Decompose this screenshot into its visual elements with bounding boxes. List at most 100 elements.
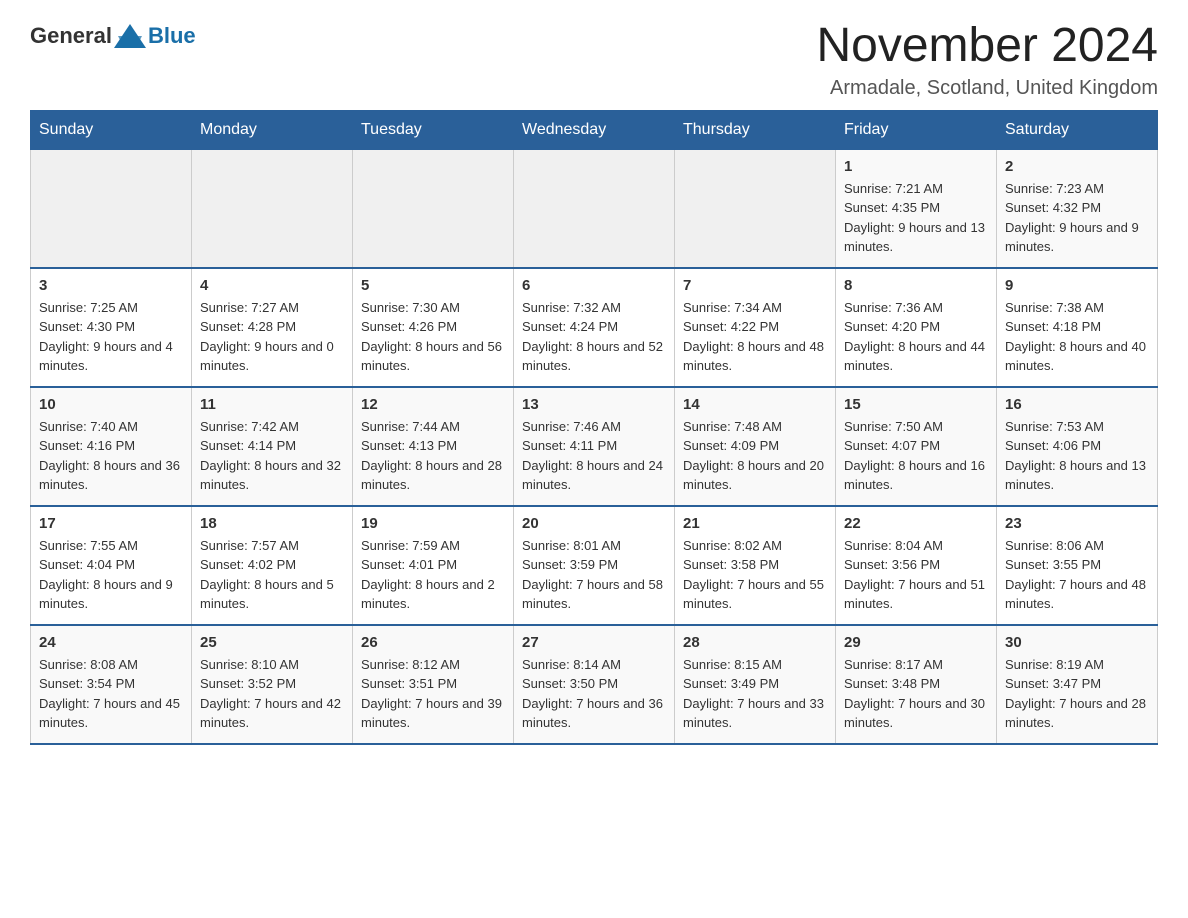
day-number: 12 xyxy=(361,396,505,413)
day-number: 15 xyxy=(844,396,988,413)
calendar-header: SundayMondayTuesdayWednesdayThursdayFrid… xyxy=(31,110,1158,149)
day-info: Sunrise: 7:32 AMSunset: 4:24 PMDaylight:… xyxy=(522,298,666,376)
calendar-cell: 10 Sunrise: 7:40 AMSunset: 4:16 PMDayligh… xyxy=(31,387,192,506)
calendar-cell: 24 Sunrise: 8:08 AMSunset: 3:54 PMDayligh… xyxy=(31,625,192,744)
calendar-cell: 15 Sunrise: 7:50 AMSunset: 4:07 PMDayligh… xyxy=(836,387,997,506)
day-info: Sunrise: 7:46 AMSunset: 4:11 PMDaylight:… xyxy=(522,417,666,495)
day-number: 28 xyxy=(683,634,827,651)
day-info: Sunrise: 7:53 AMSunset: 4:06 PMDaylight:… xyxy=(1005,417,1149,495)
day-info: Sunrise: 7:59 AMSunset: 4:01 PMDaylight:… xyxy=(361,536,505,614)
calendar-cell: 3 Sunrise: 7:25 AMSunset: 4:30 PMDaylight… xyxy=(31,268,192,387)
day-number: 4 xyxy=(200,277,344,294)
day-number: 16 xyxy=(1005,396,1149,413)
page-header: General Blue November 2024 Armadale, Sco… xyxy=(30,20,1158,100)
calendar-cell: 29Sunrise: 8:17 AMSunset: 3:48 PMDayligh… xyxy=(836,625,997,744)
day-info: Sunrise: 7:27 AMSunset: 4:28 PMDaylight:… xyxy=(200,298,344,376)
day-number: 14 xyxy=(683,396,827,413)
calendar-cell: 21 Sunrise: 8:02 AMSunset: 3:58 PMDayligh… xyxy=(675,506,836,625)
day-number: 3 xyxy=(39,277,183,294)
day-number: 24 xyxy=(39,634,183,651)
day-number: 11 xyxy=(200,396,344,413)
calendar-cell: 8 Sunrise: 7:36 AMSunset: 4:20 PMDaylight… xyxy=(836,268,997,387)
calendar-cell: 11 Sunrise: 7:42 AMSunset: 4:14 PMDayligh… xyxy=(192,387,353,506)
day-number: 23 xyxy=(1005,515,1149,532)
day-info: Sunrise: 7:34 AMSunset: 4:22 PMDaylight:… xyxy=(683,298,827,376)
day-info: Sunrise: 8:14 AMSunset: 3:50 PMDaylight:… xyxy=(522,655,666,733)
header-friday: Friday xyxy=(836,110,997,149)
day-number: 27 xyxy=(522,634,666,651)
day-info: Sunrise: 7:30 AMSunset: 4:26 PMDaylight:… xyxy=(361,298,505,376)
day-info: Sunrise: 7:50 AMSunset: 4:07 PMDaylight:… xyxy=(844,417,988,495)
day-info: Sunrise: 7:23 AMSunset: 4:32 PMDaylight:… xyxy=(1005,179,1149,257)
calendar-cell: 4 Sunrise: 7:27 AMSunset: 4:28 PMDaylight… xyxy=(192,268,353,387)
day-number: 10 xyxy=(39,396,183,413)
day-number: 19 xyxy=(361,515,505,532)
day-info: Sunrise: 8:01 AMSunset: 3:59 PMDaylight:… xyxy=(522,536,666,614)
calendar-body: 1 Sunrise: 7:21 AMSunset: 4:35 PMDaylight… xyxy=(31,149,1158,744)
calendar-cell: 19 Sunrise: 7:59 AMSunset: 4:01 PMDayligh… xyxy=(353,506,514,625)
day-number: 18 xyxy=(200,515,344,532)
calendar-cell: 30Sunrise: 8:19 AMSunset: 3:47 PMDayligh… xyxy=(997,625,1158,744)
location-text: Armadale, Scotland, United Kingdom xyxy=(816,77,1158,100)
logo-icon xyxy=(114,20,146,52)
day-number: 2 xyxy=(1005,158,1149,175)
day-number: 17 xyxy=(39,515,183,532)
day-number: 7 xyxy=(683,277,827,294)
calendar-cell: 2 Sunrise: 7:23 AMSunset: 4:32 PMDaylight… xyxy=(997,149,1158,268)
day-info: Sunrise: 8:15 AMSunset: 3:49 PMDaylight:… xyxy=(683,655,827,733)
day-info: Sunrise: 8:06 AMSunset: 3:55 PMDaylight:… xyxy=(1005,536,1149,614)
day-info: Sunrise: 7:48 AMSunset: 4:09 PMDaylight:… xyxy=(683,417,827,495)
day-number: 9 xyxy=(1005,277,1149,294)
day-info: Sunrise: 8:10 AMSunset: 3:52 PMDaylight:… xyxy=(200,655,344,733)
calendar-cell: 14 Sunrise: 7:48 AMSunset: 4:09 PMDayligh… xyxy=(675,387,836,506)
day-info: Sunrise: 7:36 AMSunset: 4:20 PMDaylight:… xyxy=(844,298,988,376)
day-number: 22 xyxy=(844,515,988,532)
day-info: Sunrise: 7:40 AMSunset: 4:16 PMDaylight:… xyxy=(39,417,183,495)
calendar-cell xyxy=(192,149,353,268)
day-info: Sunrise: 8:08 AMSunset: 3:54 PMDaylight:… xyxy=(39,655,183,733)
header-monday: Monday xyxy=(192,110,353,149)
calendar-cell: 25 Sunrise: 8:10 AMSunset: 3:52 PMDayligh… xyxy=(192,625,353,744)
week-row-3: 10 Sunrise: 7:40 AMSunset: 4:16 PMDayligh… xyxy=(31,387,1158,506)
header-saturday: Saturday xyxy=(997,110,1158,149)
day-number: 5 xyxy=(361,277,505,294)
calendar-cell: 20Sunrise: 8:01 AMSunset: 3:59 PMDayligh… xyxy=(514,506,675,625)
calendar-cell: 27 Sunrise: 8:14 AMSunset: 3:50 PMDayligh… xyxy=(514,625,675,744)
calendar-cell: 18Sunrise: 7:57 AMSunset: 4:02 PMDayligh… xyxy=(192,506,353,625)
logo-general-text: General xyxy=(30,23,112,49)
calendar-cell: 12Sunrise: 7:44 AMSunset: 4:13 PMDayligh… xyxy=(353,387,514,506)
day-number: 8 xyxy=(844,277,988,294)
header-tuesday: Tuesday xyxy=(353,110,514,149)
calendar-cell xyxy=(514,149,675,268)
day-info: Sunrise: 7:25 AMSunset: 4:30 PMDaylight:… xyxy=(39,298,183,376)
calendar-cell: 16 Sunrise: 7:53 AMSunset: 4:06 PMDayligh… xyxy=(997,387,1158,506)
header-sunday: Sunday xyxy=(31,110,192,149)
day-info: Sunrise: 8:17 AMSunset: 3:48 PMDaylight:… xyxy=(844,655,988,733)
day-number: 21 xyxy=(683,515,827,532)
week-row-5: 24 Sunrise: 8:08 AMSunset: 3:54 PMDayligh… xyxy=(31,625,1158,744)
week-row-1: 1 Sunrise: 7:21 AMSunset: 4:35 PMDaylight… xyxy=(31,149,1158,268)
title-block: November 2024 Armadale, Scotland, United… xyxy=(816,20,1158,100)
month-title: November 2024 xyxy=(816,20,1158,73)
header-wednesday: Wednesday xyxy=(514,110,675,149)
day-number: 25 xyxy=(200,634,344,651)
day-number: 6 xyxy=(522,277,666,294)
header-thursday: Thursday xyxy=(675,110,836,149)
day-info: Sunrise: 8:19 AMSunset: 3:47 PMDaylight:… xyxy=(1005,655,1149,733)
calendar-table: SundayMondayTuesdayWednesdayThursdayFrid… xyxy=(30,110,1158,745)
week-row-2: 3 Sunrise: 7:25 AMSunset: 4:30 PMDaylight… xyxy=(31,268,1158,387)
day-info: Sunrise: 8:02 AMSunset: 3:58 PMDaylight:… xyxy=(683,536,827,614)
week-row-4: 17Sunrise: 7:55 AMSunset: 4:04 PMDayligh… xyxy=(31,506,1158,625)
calendar-cell: 9Sunrise: 7:38 AMSunset: 4:18 PMDaylight… xyxy=(997,268,1158,387)
calendar-cell xyxy=(675,149,836,268)
calendar-cell xyxy=(31,149,192,268)
calendar-cell: 23 Sunrise: 8:06 AMSunset: 3:55 PMDayligh… xyxy=(997,506,1158,625)
day-number: 1 xyxy=(844,158,988,175)
calendar-cell: 28 Sunrise: 8:15 AMSunset: 3:49 PMDayligh… xyxy=(675,625,836,744)
calendar-cell: 5 Sunrise: 7:30 AMSunset: 4:26 PMDaylight… xyxy=(353,268,514,387)
day-info: Sunrise: 8:04 AMSunset: 3:56 PMDaylight:… xyxy=(844,536,988,614)
logo: General Blue xyxy=(30,20,196,52)
day-info: Sunrise: 7:21 AMSunset: 4:35 PMDaylight:… xyxy=(844,179,988,257)
day-info: Sunrise: 7:42 AMSunset: 4:14 PMDaylight:… xyxy=(200,417,344,495)
calendar-cell: 22 Sunrise: 8:04 AMSunset: 3:56 PMDayligh… xyxy=(836,506,997,625)
